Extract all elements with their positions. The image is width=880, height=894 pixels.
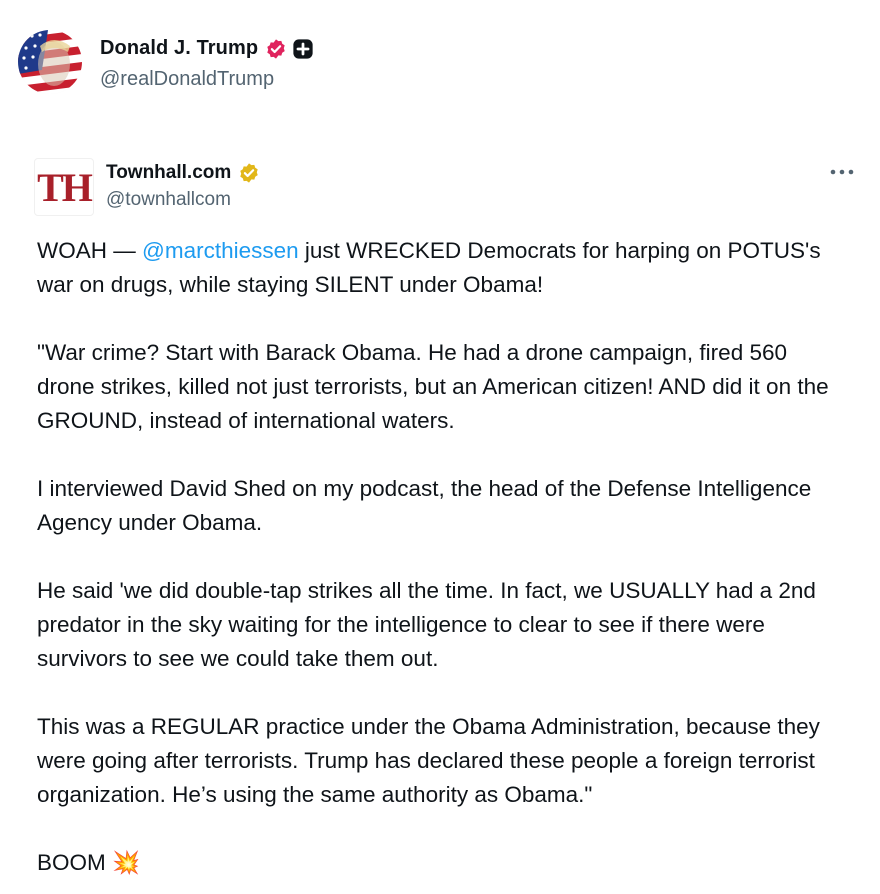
author-name[interactable]: Donald J. Trump: [100, 37, 258, 60]
more-options-icon[interactable]: [827, 164, 857, 180]
quoted-author-handle[interactable]: @townhallcom: [106, 189, 260, 211]
logo-text: TH: [37, 164, 93, 210]
townhall-logo[interactable]: TH: [34, 158, 94, 216]
avatar[interactable]: [18, 30, 82, 94]
post-text: WOAH — @marcthiessen just WRECKED Democr…: [37, 234, 837, 880]
gold-verified-badge-icon[interactable]: [238, 162, 260, 184]
mention-link[interactable]: @marcthiessen: [142, 238, 299, 263]
author-handle[interactable]: @realDonaldTrump: [100, 68, 314, 91]
plus-badge-icon[interactable]: [292, 38, 314, 60]
verified-badge-icon[interactable]: [265, 38, 287, 60]
paragraph-3: I interviewed David Shed on my podcast, …: [37, 476, 812, 535]
paragraph-1: WOAH — @marcthiessen just WRECKED Democr…: [37, 234, 837, 302]
quoted-post[interactable]: TH Townhall.com @townhallcom WOAH — @mar…: [34, 158, 854, 880]
paragraph-6: BOOM 💥: [37, 846, 837, 880]
paragraph-4: He said 'we did double-tap strikes all t…: [37, 578, 816, 671]
collision-emoji-icon: 💥: [112, 850, 141, 875]
text-segment: BOOM: [37, 850, 113, 875]
paragraph-5: This was a REGULAR practice under the Ob…: [37, 714, 820, 807]
post-view: Donald J. Trump @realDonaldTrump TH Town…: [0, 0, 880, 894]
post-author-header: Donald J. Trump @realDonaldTrump: [18, 30, 314, 94]
text-segment: WOAH —: [37, 238, 142, 263]
quoted-author-name[interactable]: Townhall.com: [106, 162, 231, 184]
paragraph-2: "War crime? Start with Barack Obama. He …: [37, 340, 829, 433]
quoted-post-header: TH Townhall.com @townhallcom: [34, 158, 854, 216]
